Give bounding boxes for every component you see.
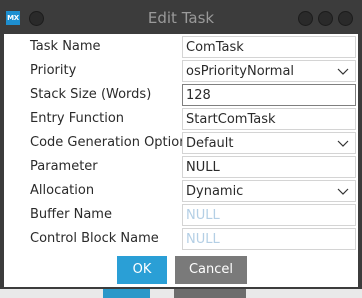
stack-size-value: 128 bbox=[186, 88, 211, 103]
row-stack-size: Stack Size (Words) 128 bbox=[4, 84, 358, 106]
task-name-value: ComTask bbox=[186, 40, 244, 55]
row-allocation: Allocation Dynamic bbox=[4, 180, 358, 202]
stack-size-label: Stack Size (Words) bbox=[30, 87, 152, 102]
row-priority: Priority osPriorityNormal bbox=[4, 60, 358, 82]
cancel-button[interactable]: Cancel bbox=[175, 256, 247, 284]
row-parameter: Parameter NULL bbox=[4, 156, 358, 178]
parameter-label: Parameter bbox=[30, 159, 98, 174]
entry-function-label: Entry Function bbox=[30, 111, 125, 126]
row-control-block-name: Control Block Name NULL bbox=[4, 228, 358, 250]
control-block-name-placeholder: NULL bbox=[186, 232, 220, 247]
code-generation-label: Code Generation Option bbox=[30, 135, 188, 150]
edit-task-dialog: MX Edit Task Task Name ComTask Priority … bbox=[0, 0, 362, 289]
priority-label: Priority bbox=[30, 63, 77, 78]
row-entry-function: Entry Function StartComTask bbox=[4, 108, 358, 130]
buffer-name-input[interactable]: NULL bbox=[182, 204, 356, 226]
entry-function-input[interactable]: StartComTask bbox=[182, 108, 356, 130]
dialog-content: Task Name ComTask Priority osPriorityNor… bbox=[4, 34, 358, 287]
chevron-down-icon bbox=[337, 68, 349, 75]
entry-function-value: StartComTask bbox=[186, 112, 276, 127]
code-generation-value: Default bbox=[186, 136, 234, 151]
background-button bbox=[103, 289, 150, 298]
allocation-label: Allocation bbox=[30, 183, 95, 198]
ok-button[interactable]: OK bbox=[117, 256, 167, 284]
parameter-value: NULL bbox=[186, 160, 220, 175]
priority-select[interactable]: osPriorityNormal bbox=[182, 60, 356, 82]
row-code-generation: Code Generation Option Default bbox=[4, 132, 358, 154]
control-block-name-input[interactable]: NULL bbox=[182, 228, 356, 250]
buffer-name-label: Buffer Name bbox=[30, 207, 112, 222]
background-button bbox=[174, 289, 246, 298]
code-generation-select[interactable]: Default bbox=[182, 132, 356, 154]
row-task-name: Task Name ComTask bbox=[4, 36, 358, 58]
task-name-label: Task Name bbox=[30, 39, 101, 54]
chevron-down-icon bbox=[337, 140, 349, 147]
buffer-name-placeholder: NULL bbox=[186, 208, 220, 223]
close-button[interactable] bbox=[338, 11, 353, 26]
parameter-input[interactable]: NULL bbox=[182, 156, 356, 178]
allocation-value: Dynamic bbox=[186, 184, 244, 199]
control-block-name-label: Control Block Name bbox=[30, 231, 159, 246]
allocation-select[interactable]: Dynamic bbox=[182, 180, 356, 202]
maximize-button[interactable] bbox=[318, 11, 333, 26]
row-buffer-name: Buffer Name NULL bbox=[4, 204, 358, 226]
task-name-input[interactable]: ComTask bbox=[182, 36, 356, 58]
chevron-down-icon bbox=[337, 188, 349, 195]
title-bar: MX Edit Task bbox=[0, 0, 362, 34]
minimize-button[interactable] bbox=[298, 11, 313, 26]
priority-value: osPriorityNormal bbox=[186, 64, 295, 79]
stack-size-input[interactable]: 128 bbox=[182, 84, 356, 106]
